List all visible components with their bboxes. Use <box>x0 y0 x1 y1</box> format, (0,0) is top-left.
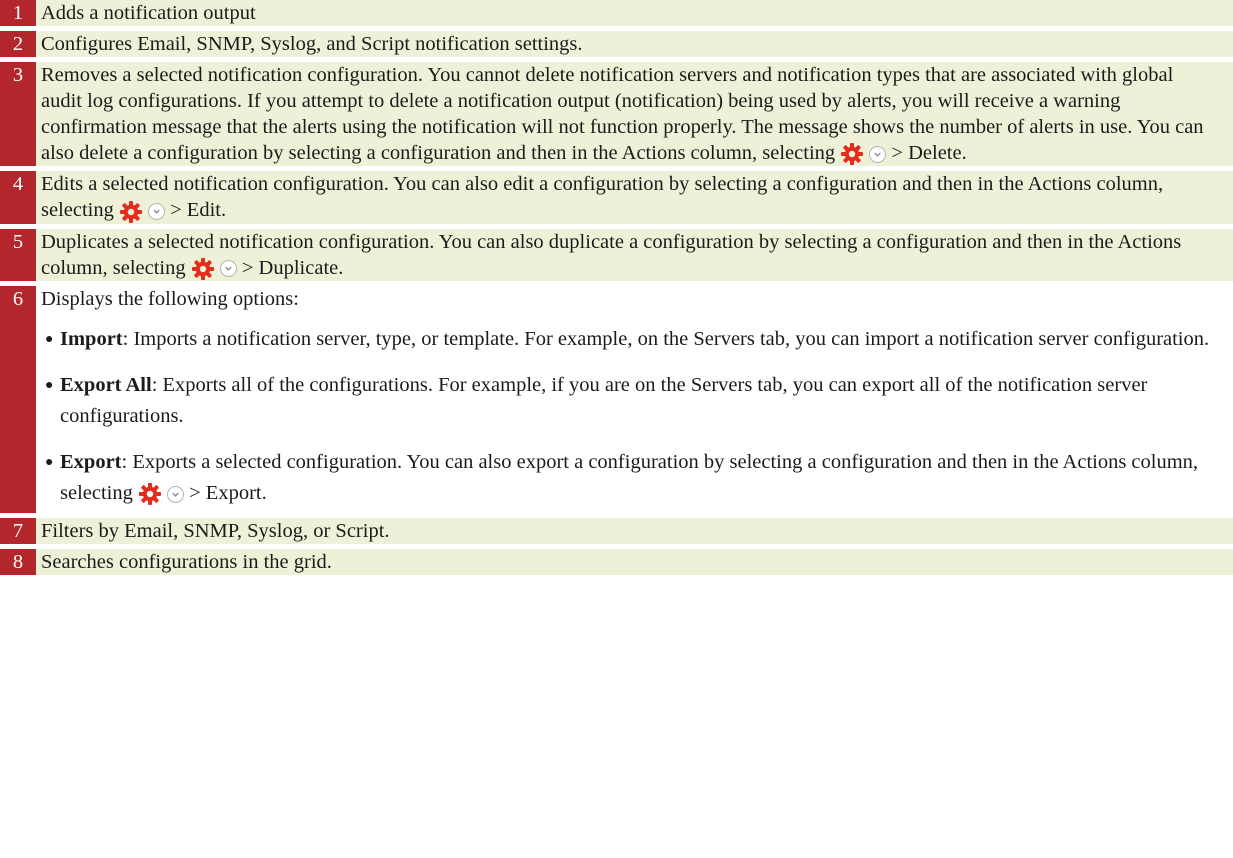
chevron-down-icon <box>167 485 184 503</box>
list-item: ● Export: Exports a selected configurati… <box>41 447 1213 509</box>
row-description: Duplicates a selected notification confi… <box>36 228 1233 281</box>
option-text: : Exports all of the configurations. For… <box>60 373 1148 427</box>
list-item: ● Export All: Exports all of the configu… <box>41 370 1213 432</box>
row-number: 6 <box>0 285 36 513</box>
gear-icon <box>139 483 161 506</box>
row-text-after: > Duplicate. <box>241 256 344 279</box>
actions-menu-icon-group <box>119 200 165 224</box>
table-row: 1 Adds a notification output <box>0 0 1233 26</box>
row-description: Filters by Email, SNMP, Syslog, or Scrip… <box>36 517 1233 544</box>
actions-menu-icon-group <box>840 142 887 166</box>
table-row: 2 Configures Email, SNMP, Syslog, and Sc… <box>0 31 1233 57</box>
table-row: 5 Duplicates a selected notification con… <box>0 228 1233 281</box>
row-number: 8 <box>0 548 36 575</box>
table-row: 3 Removes a selected notification config… <box>0 62 1233 167</box>
option-text: : Imports a notification server, type, o… <box>122 327 1210 350</box>
bullet-icon: ● <box>45 454 54 470</box>
actions-menu-icon-group <box>138 482 184 506</box>
bullet-icon: ● <box>45 377 54 393</box>
gear-icon <box>841 143 864 166</box>
row-text-after: > Edit. <box>170 199 227 222</box>
gear-icon <box>191 257 214 280</box>
row-text: Displays the following options: <box>41 287 299 310</box>
option-label: Export <box>60 450 122 473</box>
bullet-icon: ● <box>45 331 54 347</box>
table-row: 7 Filters by Email, SNMP, Syslog, or Scr… <box>0 517 1233 544</box>
row-number: 3 <box>0 62 36 167</box>
chevron-down-icon <box>869 145 887 163</box>
row-number: 2 <box>0 31 36 57</box>
row-description: Adds a notification output <box>36 0 1233 26</box>
gear-icon <box>120 200 142 223</box>
row-number: 7 <box>0 517 36 544</box>
description-table: 1 Adds a notification output 2 Configure… <box>0 0 1233 575</box>
table-row: 4 Edits a selected notification configur… <box>0 171 1233 224</box>
actions-menu-icon-group <box>191 257 237 281</box>
chevron-down-icon <box>148 203 165 221</box>
row-text: Removes a selected notification configur… <box>41 64 1204 164</box>
list-item: ● Import: Imports a notification server,… <box>41 324 1213 355</box>
table-row: 8 Searches configurations in the grid. <box>0 548 1233 575</box>
row-description: Displays the following options: ● Import… <box>36 286 1233 513</box>
option-label: Import <box>60 327 123 350</box>
row-description: Edits a selected notification configurat… <box>36 171 1233 224</box>
row-description: Configures Email, SNMP, Syslog, and Scri… <box>36 31 1233 57</box>
row-number: 4 <box>0 171 36 224</box>
chevron-down-icon <box>219 260 237 278</box>
row-description: Removes a selected notification configur… <box>36 62 1233 167</box>
option-label: Export All <box>60 373 152 396</box>
row-description: Searches configurations in the grid. <box>36 548 1233 575</box>
table-row: 6 Displays the following options: ● Impo… <box>0 285 1233 513</box>
row-text-after: > Delete. <box>891 142 967 164</box>
row-number: 1 <box>0 0 36 26</box>
row-number: 5 <box>0 228 36 281</box>
option-text-after: > Export. <box>189 481 267 504</box>
